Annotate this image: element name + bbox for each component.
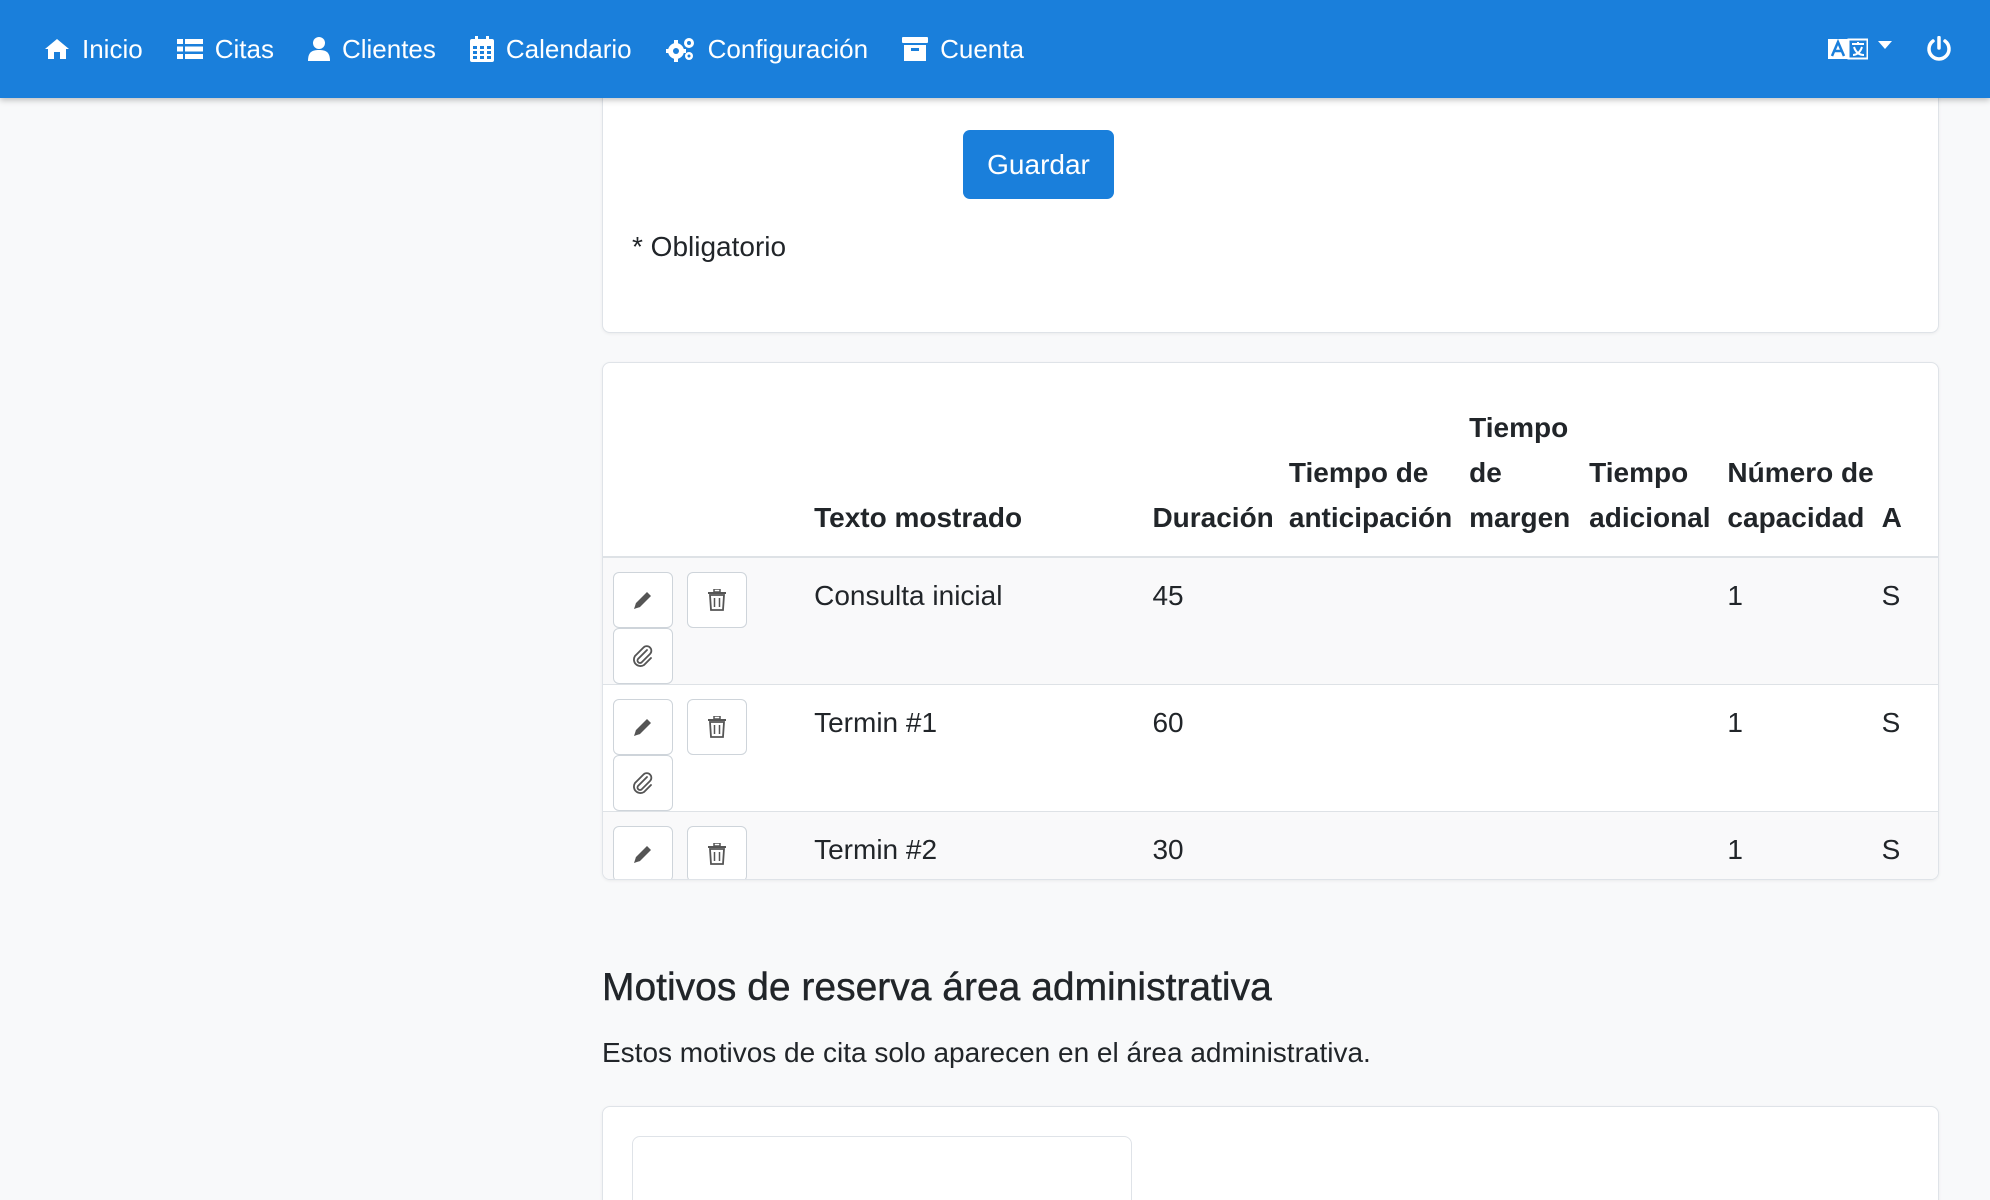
- calendar-icon: [469, 36, 494, 62]
- cell-text: Termin #2: [814, 811, 1153, 879]
- paperclip-icon: [633, 645, 653, 667]
- header-buffer: Tiempo de margen: [1469, 363, 1590, 558]
- power-icon: [1927, 36, 1951, 61]
- cell-next: S: [1881, 557, 1938, 685]
- cell-capacity: 1: [1727, 684, 1882, 812]
- nav-label: Cuenta: [940, 33, 1024, 64]
- nav-clientes[interactable]: Clientes: [307, 33, 436, 65]
- language-dropdown[interactable]: [1828, 37, 1892, 61]
- delete-button[interactable]: [686, 572, 747, 628]
- delete-button[interactable]: [686, 826, 747, 879]
- cell-text: Termin #1: [814, 684, 1153, 812]
- nav-label: Inicio: [82, 33, 143, 64]
- nav-calendario[interactable]: Calendario: [469, 33, 632, 65]
- nav-label: Citas: [214, 33, 274, 64]
- cell-extra: [1589, 684, 1728, 812]
- nav-label: Configuración: [707, 33, 869, 64]
- cell-lead-time: [1288, 811, 1470, 879]
- cell-extra: [1589, 811, 1728, 879]
- trash-icon: [707, 716, 726, 738]
- cell-duration: 60: [1152, 684, 1289, 812]
- nav-label: Clientes: [341, 33, 436, 64]
- header-next: A: [1881, 363, 1938, 558]
- pencil-icon: [634, 846, 651, 863]
- nav-citas[interactable]: Citas: [176, 33, 274, 65]
- table-row: Termin #2 30 1 S: [603, 811, 1938, 879]
- cell-capacity: 1: [1727, 557, 1882, 685]
- nav-inicio[interactable]: Inicio: [44, 34, 143, 65]
- row-actions: [603, 684, 815, 812]
- header-lead-time: Tiempo de anticipación: [1288, 363, 1470, 558]
- required-note: * Obligatorio: [632, 231, 787, 262]
- top-navbar: Inicio Citas Clientes Calendario Configu…: [0, 0, 1990, 98]
- cell-lead-time: [1288, 557, 1470, 685]
- cell-text: Consulta inicial: [814, 557, 1153, 685]
- header-actions: [603, 363, 815, 558]
- user-icon: [307, 37, 330, 61]
- header-extra: Tiempo adicional: [1589, 363, 1728, 558]
- cell-buffer: [1469, 811, 1590, 879]
- section-description: Estos motivos de cita solo aparecen en e…: [602, 1037, 1371, 1068]
- services-table: Texto mostrado Duración Tiempo de antici…: [603, 363, 1938, 879]
- paperclip-icon: [633, 772, 653, 794]
- cell-lead-time: [1288, 684, 1470, 812]
- cell-extra: [1589, 557, 1728, 685]
- section-title: Motivos de reserva área administrativa: [602, 966, 1272, 1009]
- nav-configuracion[interactable]: Configuración: [665, 33, 869, 65]
- edit-button[interactable]: [613, 699, 673, 755]
- table-row: Termin #1 60 1 S: [603, 684, 1938, 812]
- trash-icon: [707, 843, 726, 865]
- chevron-down-icon: [1878, 41, 1892, 49]
- cell-next: S: [1881, 811, 1938, 879]
- archive-icon: [902, 37, 929, 61]
- save-button[interactable]: Guardar: [963, 130, 1114, 199]
- trash-icon: [707, 589, 726, 611]
- delete-button[interactable]: [686, 699, 747, 755]
- edit-button[interactable]: [613, 826, 673, 879]
- attach-button[interactable]: [613, 628, 673, 684]
- cell-buffer: [1469, 557, 1590, 685]
- cell-buffer: [1469, 684, 1590, 812]
- pencil-icon: [634, 592, 651, 609]
- cell-duration: 30: [1152, 811, 1289, 879]
- table-row: Consulta inicial 45 1 S: [603, 557, 1938, 685]
- cogs-icon: [665, 38, 694, 62]
- row-actions: [603, 811, 815, 879]
- cell-next: S: [1881, 684, 1938, 812]
- nav-label: Calendario: [505, 33, 632, 64]
- header-text: Texto mostrado: [814, 363, 1153, 558]
- home-icon: [45, 39, 69, 59]
- edit-button[interactable]: [613, 572, 673, 628]
- logout-button[interactable]: [1926, 36, 1952, 62]
- services-table-card: Texto mostrado Duración Tiempo de antici…: [602, 362, 1939, 880]
- header-duration: Duración: [1152, 363, 1289, 558]
- cell-capacity: 1: [1727, 811, 1882, 879]
- table-header-row: Texto mostrado Duración Tiempo de antici…: [603, 363, 1938, 558]
- cell-duration: 45: [1152, 557, 1289, 685]
- admin-reasons-inner-panel: [632, 1136, 1132, 1200]
- header-capacity: Número de capacidad: [1727, 363, 1882, 558]
- pencil-icon: [634, 719, 651, 736]
- nav-cuenta[interactable]: Cuenta: [902, 34, 1024, 65]
- language-icon: [1828, 38, 1868, 60]
- list-icon: [176, 39, 203, 59]
- attach-button[interactable]: [613, 755, 673, 811]
- form-card: [602, 60, 1939, 333]
- navbar-right: [1828, 0, 1990, 98]
- row-actions: [603, 557, 815, 685]
